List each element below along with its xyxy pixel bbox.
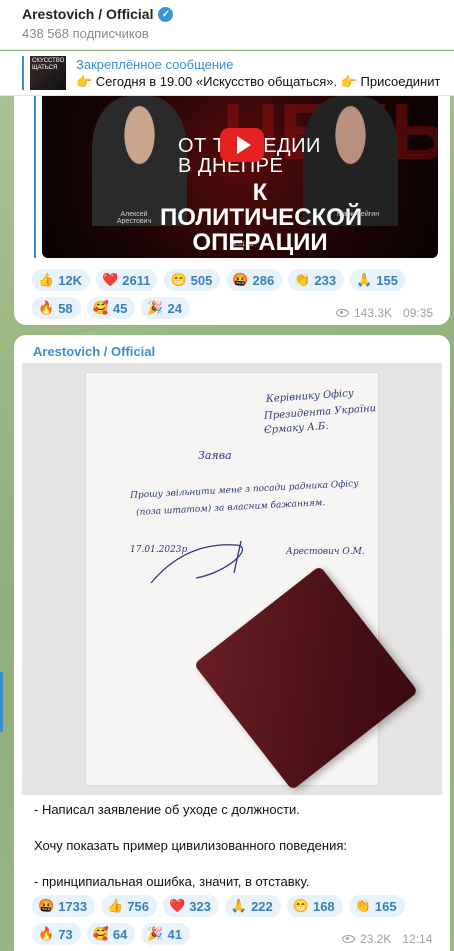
reaction-count: 165 — [374, 898, 397, 914]
reaction-count: 73 — [58, 926, 73, 942]
reaction-chip[interactable]: 😁 168 — [286, 895, 343, 917]
pinned-indicator — [22, 56, 24, 90]
view-count: 23.2K — [360, 932, 392, 946]
message-text-line: Хочу показать пример цивилизованного пов… — [34, 838, 347, 853]
reaction-chip[interactable]: 🥰 64 — [86, 923, 136, 945]
id-booklet — [193, 565, 419, 791]
reaction-chip[interactable]: 🔥 73 — [32, 923, 81, 945]
reaction-chip[interactable]: 🤬 1733 — [32, 895, 96, 917]
reaction-emoji-icon: 🎉 — [147, 300, 164, 315]
reaction-count: 2611 — [122, 272, 151, 288]
reaction-count: 58 — [58, 300, 73, 316]
reaction-count: 1733 — [58, 898, 88, 914]
reaction-count: 286 — [252, 272, 275, 288]
video-name-left: Алексей Арестович — [116, 211, 152, 225]
view-count: 143.3K — [354, 306, 393, 320]
channel-header[interactable]: Arestovich / Official ✓ 438 568 подписчи… — [0, 0, 454, 50]
reaction-count: 323 — [189, 898, 211, 914]
message-text-line: - Написал заявление об уходе с должности… — [34, 802, 300, 817]
letter-address-2: Президента України — [263, 403, 377, 422]
pinned-thumbnail: СКУССТВО ЩАТЬСЯ — [30, 56, 66, 90]
message-meta: 23.2K 12:14 — [342, 932, 432, 946]
reaction-emoji-icon: 🥰 — [92, 300, 109, 315]
video-name-right: Марк Фейгин — [336, 211, 380, 218]
reaction-count: 64 — [112, 926, 128, 942]
reaction-emoji-icon: 😁 — [292, 898, 309, 913]
message-bubble: Arestovich / Official Керівнику Офісу Пр… — [14, 335, 450, 951]
message-author[interactable]: Arestovich / Official — [33, 344, 155, 359]
reaction-count: 155 — [376, 272, 398, 288]
reaction-chip[interactable]: 👍 12K — [32, 269, 91, 291]
reaction-chip[interactable]: 🥰 45 — [86, 297, 136, 319]
reaction-count: 168 — [312, 898, 335, 914]
verified-icon: ✓ — [158, 6, 174, 22]
letter-address-1: Керівнику Офісу — [265, 387, 354, 406]
reaction-emoji-icon: 🙏 — [230, 898, 248, 913]
reaction-count: 24 — [167, 300, 182, 316]
message-meta: 143.3K 09:35 — [336, 306, 433, 320]
reaction-chip[interactable]: 👍 756 — [101, 895, 157, 917]
reaction-emoji-icon: 🔥 — [38, 300, 55, 315]
reaction-chip[interactable]: 😁 505 — [164, 269, 221, 291]
message-text-line: - принципиальная ошибка, значит, в отста… — [34, 874, 310, 889]
reaction-emoji-icon: 👍 — [38, 272, 55, 287]
reaction-chip[interactable]: 🙏 222 — [224, 895, 281, 917]
reaction-emoji-icon: 👍 — [107, 898, 124, 913]
reaction-emoji-icon: ❤️ — [169, 898, 186, 913]
reaction-count: 505 — [190, 272, 213, 288]
link-preview-bar — [34, 96, 36, 258]
reaction-chip[interactable]: 🔥 58 — [32, 297, 81, 319]
reaction-emoji-icon: 🎉 — [147, 926, 164, 941]
pinned-message-bar[interactable]: СКУССТВО ЩАТЬСЯ Закреплённое сообщение 👉… — [0, 51, 454, 96]
views-icon — [342, 935, 355, 943]
play-icon[interactable] — [220, 128, 264, 162]
views-icon — [336, 309, 349, 317]
reaction-emoji-icon: 🤬 — [38, 898, 55, 913]
letter-title: Заява — [198, 449, 232, 462]
reaction-count: 222 — [251, 898, 273, 914]
subscriber-count: 438 568 подписчиков — [22, 26, 149, 41]
letter-address-3: Єрмаку А.Б. — [263, 420, 329, 437]
reaction-chip[interactable]: 👏 233 — [288, 269, 345, 291]
reaction-chip[interactable]: 🎉 24 — [141, 297, 190, 319]
reaction-chip[interactable]: ❤️ 323 — [163, 895, 219, 917]
reaction-chip[interactable]: 🤬 286 — [226, 269, 283, 291]
reaction-chip[interactable]: 🎉 41 — [141, 923, 190, 945]
reaction-count: 45 — [112, 300, 128, 316]
message-bubble: ЧЕНЬ ОТ ТРАГЕДИИ В ДНЕПРЕ К ПОЛИТИЧЕСКОЙ… — [14, 96, 450, 325]
letter-signature-name: Арестович О.М. — [286, 547, 365, 557]
message-time: 09:35 — [403, 306, 434, 320]
reaction-count: 233 — [314, 272, 337, 288]
letter-body-2: (поза штатом) за власним бажанням. — [135, 498, 326, 518]
video-date: 16.01.23 — [230, 242, 254, 248]
reaction-count: 756 — [127, 898, 149, 914]
reaction-chip[interactable]: 👏 165 — [348, 895, 405, 917]
channel-title: Arestovich / Official — [22, 6, 154, 22]
reaction-emoji-icon: 🔥 — [38, 926, 55, 941]
reaction-emoji-icon: 🙏 — [356, 272, 373, 287]
scroll-indicator — [0, 672, 3, 732]
reaction-chip[interactable]: ❤️ 2611 — [96, 269, 159, 291]
reaction-emoji-icon: 🥰 — [92, 926, 109, 941]
reaction-count: 12K — [58, 272, 83, 288]
letter-paper: Керівнику Офісу Президента України Єрмак… — [86, 373, 419, 791]
reaction-chip[interactable]: 🙏 155 — [350, 269, 406, 291]
pinned-preview: 👉 Сегодня в 19.00 «Искусство общаться». … — [76, 73, 441, 89]
message-time: 12:14 — [402, 932, 433, 946]
reaction-count: 41 — [167, 926, 182, 942]
pinned-label: Закреплённое сообщение — [76, 56, 234, 72]
reaction-emoji-icon: 🤬 — [232, 272, 249, 287]
signature-icon — [150, 540, 244, 584]
reaction-emoji-icon: 👏 — [354, 898, 371, 913]
reaction-emoji-icon: 😁 — [170, 272, 187, 287]
reaction-emoji-icon: ❤️ — [102, 272, 119, 287]
reaction-emoji-icon: 👏 — [294, 272, 311, 287]
photo-attachment[interactable]: Керівнику Офісу Президента України Єрмак… — [22, 363, 442, 795]
video-preview[interactable]: ЧЕНЬ ОТ ТРАГЕДИИ В ДНЕПРЕ К ПОЛИТИЧЕСКОЙ… — [42, 96, 438, 258]
